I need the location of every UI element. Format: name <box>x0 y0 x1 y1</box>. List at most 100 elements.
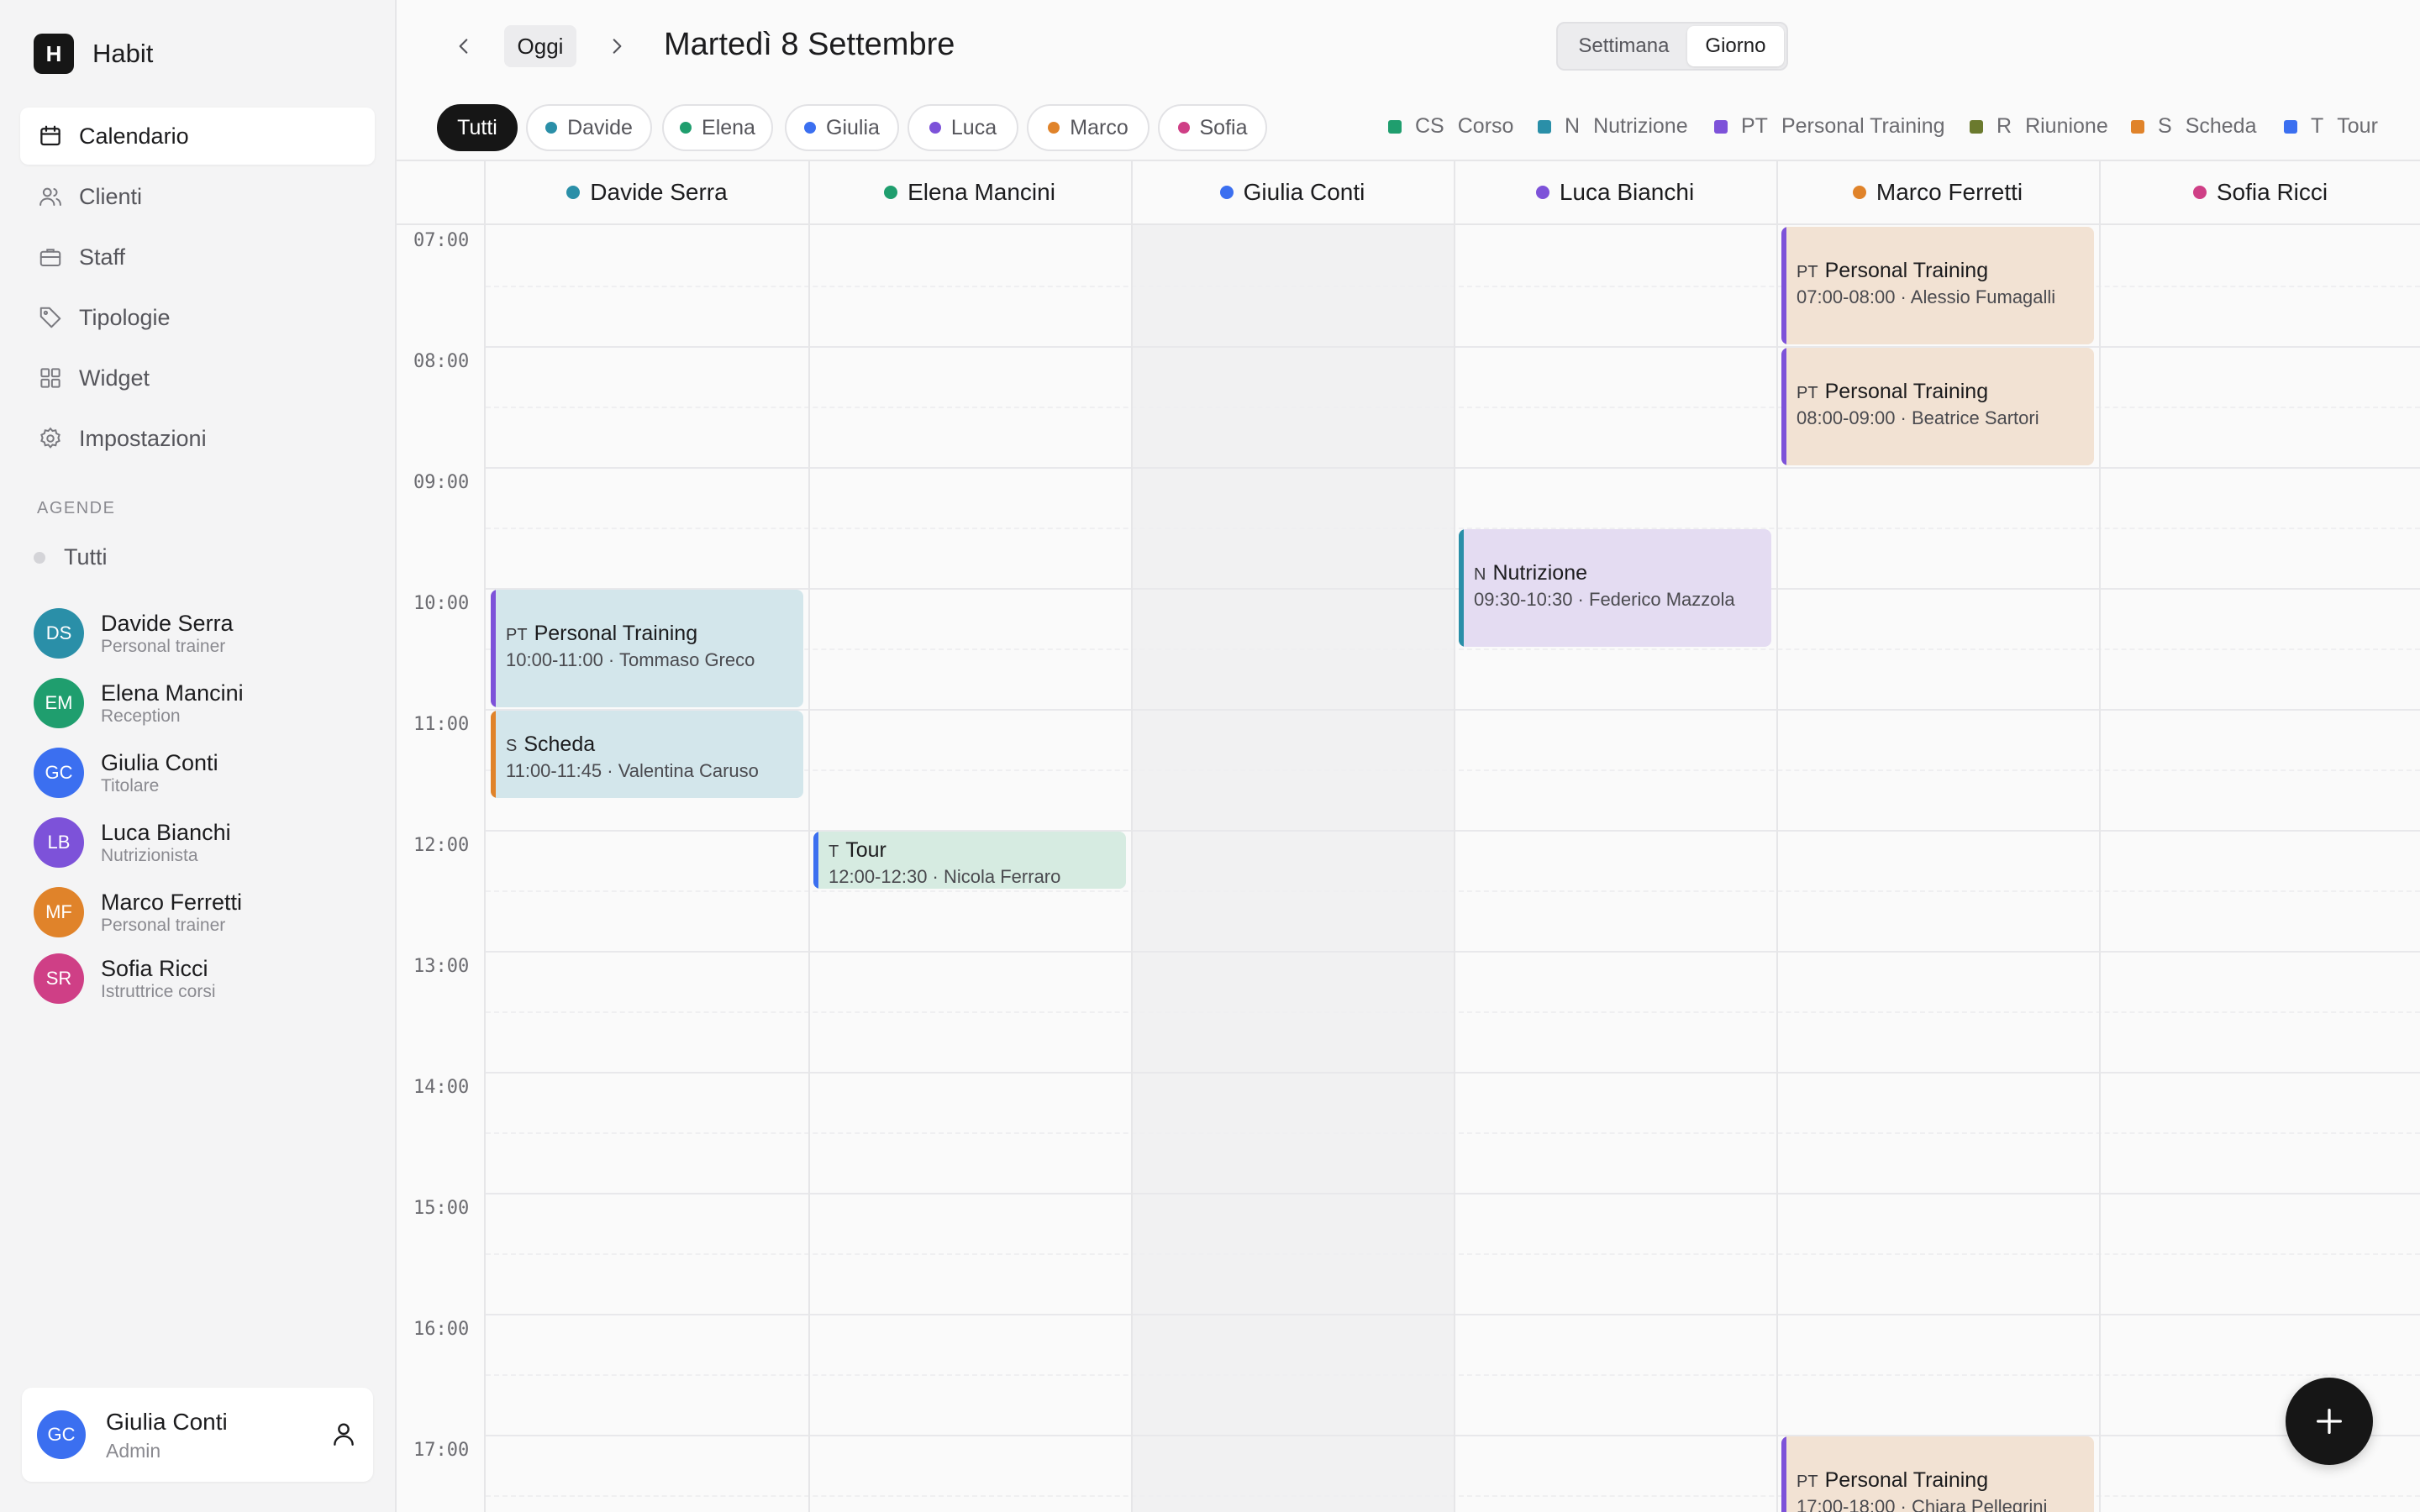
column-header-name: Davide Serra <box>590 179 728 205</box>
filter-pill-marco[interactable]: Marco <box>1027 104 1150 151</box>
agenda-all[interactable]: Tutti <box>34 544 108 570</box>
column-header-name: Elena Mancini <box>908 179 1055 205</box>
separator: · <box>927 866 944 887</box>
hour-line <box>486 830 2420 832</box>
staff-color-dot <box>1219 186 1234 199</box>
column-header-elena-mancini[interactable]: Elena Mancini <box>808 161 1131 225</box>
agenda-all-label: Tutti <box>64 544 108 570</box>
column-header-davide-serra[interactable]: Davide Serra <box>486 161 808 225</box>
nav-label: Staff <box>79 244 126 270</box>
legend-item-nutrizione: N Nutrizione <box>1538 114 1688 139</box>
appointment-card[interactable]: PT Personal Training 17:00-18:00 · Chiara … <box>1781 1436 2094 1512</box>
appointment-type-code: T <box>829 843 839 861</box>
legend-item-tour: T Tour <box>2284 114 2378 139</box>
nav-item-impostazioni[interactable]: Impostazioni <box>20 410 375 467</box>
nav-item-staff[interactable]: Staff <box>20 228 375 286</box>
brand[interactable]: H Habit <box>34 34 153 74</box>
separator: · <box>1572 589 1589 610</box>
column-header-marco-ferretti[interactable]: Marco Ferretti <box>1776 161 2099 225</box>
appointment-time: 08:00-09:00 <box>1797 407 1896 428</box>
appointment-card[interactable]: N Nutrizione 09:30-10:30 · Federico Mazzol… <box>1459 529 1771 647</box>
staff-row-ds[interactable]: DS Davide Serra Personal trainer <box>34 598 244 668</box>
appointment-card[interactable]: PT Personal Training 10:00-11:00 · Tommaso… <box>491 590 803 707</box>
next-day-button[interactable] <box>598 28 635 65</box>
appointment-client: Chiara Pellegrini <box>1912 1496 2048 1512</box>
filter-label: Davide <box>567 115 633 139</box>
add-appointment-button[interactable] <box>2286 1378 2373 1465</box>
staff-name: Luca Bianchi <box>101 819 231 845</box>
appointment-card[interactable]: S Scheda 11:00-11:45 · Valentina Caruso <box>491 711 803 798</box>
appointment-title: Personal Training <box>1824 1468 1989 1492</box>
nav-label: Impostazioni <box>79 425 207 451</box>
staff-role: Personal trainer <box>101 636 226 656</box>
appointment-type-code: N <box>1474 565 1486 584</box>
today-button[interactable]: Oggi <box>504 25 576 67</box>
nav-item-widget[interactable]: Widget <box>20 349 375 407</box>
appointment-card[interactable]: T Tour 12:00-12:30 · Nicola Ferraro <box>813 832 1126 889</box>
legend-label: Personal Training <box>1781 114 1945 138</box>
staff-name: Giulia Conti <box>101 749 218 775</box>
nav-label: Tipologie <box>79 304 171 330</box>
staff-row-em[interactable]: EM Elena Mancini Reception <box>34 668 244 738</box>
appointment-title-row: N Nutrizione <box>1474 561 1760 585</box>
filter-pill-elena[interactable]: Elena <box>662 104 773 151</box>
legend-swatch <box>1970 119 1983 134</box>
current-user-name: Giulia Conti <box>106 1409 228 1435</box>
column-header-giulia-conti[interactable]: Giulia Conti <box>1131 161 1454 225</box>
appointment-card[interactable]: PT Personal Training 08:00-09:00 · Beatric… <box>1781 348 2094 465</box>
nav-item-tipologie[interactable]: Tipologie <box>20 289 375 346</box>
filter-pill-luca[interactable]: Luca <box>908 104 1018 151</box>
hour-line <box>486 1314 2420 1315</box>
half-hour-line <box>486 1495 2420 1497</box>
tag-icon <box>37 304 64 331</box>
staff-text: Elena Mancini Reception <box>101 680 244 727</box>
legend-code: T <box>2311 114 2324 138</box>
nav-item-calendario[interactable]: Calendario <box>20 108 375 165</box>
chevron-right-icon <box>613 39 622 54</box>
filter-bar: Tutti Davide Elena Giulia Luca Marco Sofia CS Co… <box>397 92 2420 161</box>
sidebar: H Habit Calendario Clienti Staff Tipolog… <box>0 0 397 1512</box>
staff-row-gc[interactable]: GC Giulia Conti Titolare <box>34 738 244 807</box>
filter-pill-giulia[interactable]: Giulia <box>785 104 899 151</box>
appointment-time: 10:00-11:00 <box>506 649 603 670</box>
legend-swatch <box>1388 119 1402 134</box>
staff-row-lb[interactable]: LB Luca Bianchi Nutrizionista <box>34 807 244 877</box>
legend-label: Nutrizione <box>1593 114 1688 138</box>
legend-swatch <box>1538 119 1551 134</box>
column-header-sofia-ricci[interactable]: Sofia Ricci <box>2099 161 2420 225</box>
appointment-card[interactable]: PT Personal Training 07:00-08:00 · Alessio… <box>1781 227 2094 344</box>
staff-color-dot <box>1535 186 1549 199</box>
view-giorno-button[interactable]: Giorno <box>1686 26 1784 66</box>
staff-text: Davide Serra Personal trainer <box>101 610 234 657</box>
filter-dot <box>1177 122 1190 134</box>
staff-name: Sofia Ricci <box>101 956 208 981</box>
date-title: Martedì 8 Settembre <box>664 27 955 62</box>
column-header-luca-bianchi[interactable]: Luca Bianchi <box>1454 161 1776 225</box>
appointment-client: Valentina Caruso <box>618 760 759 781</box>
view-settimana-button[interactable]: Settimana <box>1560 26 1687 66</box>
separator: · <box>602 760 618 781</box>
chevron-left-icon <box>459 39 468 54</box>
half-hour-line <box>486 1132 2420 1134</box>
avatar: LB <box>34 816 84 868</box>
current-user-card[interactable]: GC Giulia Conti Admin <box>22 1388 373 1482</box>
staff-row-mf[interactable]: MF Marco Ferretti Personal trainer <box>34 877 244 947</box>
briefcase-icon <box>37 244 64 270</box>
filter-pill-sofia[interactable]: Sofia <box>1158 104 1267 151</box>
nav-item-clienti[interactable]: Clienti <box>20 168 375 225</box>
prev-day-button[interactable] <box>445 28 482 65</box>
avatar: GC <box>37 1410 86 1459</box>
user-icon[interactable] <box>329 1420 358 1448</box>
separator: · <box>602 649 619 670</box>
filter-pill-tutti[interactable]: Tutti <box>437 104 518 151</box>
staff-row-sr[interactable]: SR Sofia Ricci Istruttrice corsi <box>34 947 244 1011</box>
nav-label: Calendario <box>79 123 189 149</box>
legend-item-personal-training: PT Personal Training <box>1714 114 1945 139</box>
filter-dot <box>804 122 817 134</box>
half-hour-line <box>486 407 2420 408</box>
filter-label: Tutti <box>457 115 497 139</box>
legend-label: Riunione <box>2025 114 2108 138</box>
appointment-type-code: PT <box>506 626 528 644</box>
appointment-type-code: PT <box>1797 263 1818 281</box>
filter-pill-davide[interactable]: Davide <box>526 104 652 151</box>
